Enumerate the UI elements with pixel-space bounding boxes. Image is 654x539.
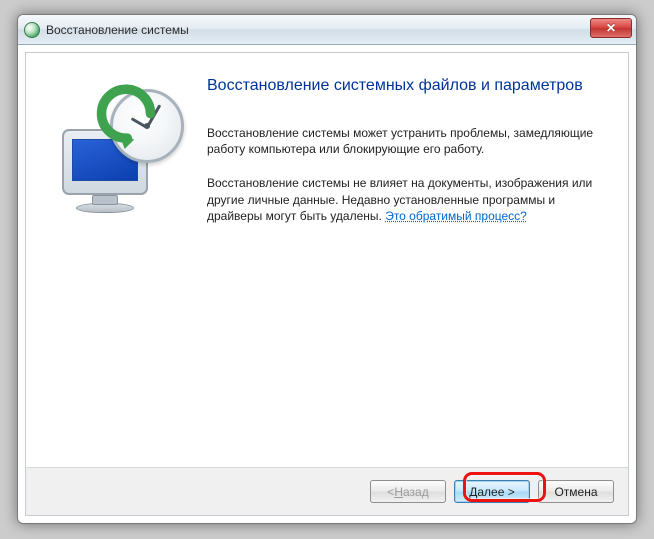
content-pane: Восстановление системных файлов и параме… [26, 53, 628, 467]
system-restore-illustration [40, 81, 185, 226]
paragraph-2: Восстановление системы не влияет на доку… [207, 175, 598, 224]
monitor-stand-icon [92, 195, 118, 205]
app-icon [24, 22, 40, 38]
window-title: Восстановление системы [46, 23, 189, 37]
cancel-button[interactable]: Отмена [538, 480, 614, 503]
titlebar[interactable]: Восстановление системы ✕ [18, 15, 636, 45]
reversible-process-link[interactable]: Это обратимый процесс? [385, 209, 527, 223]
main-content: Восстановление системных файлов и параме… [201, 53, 628, 467]
close-icon: ✕ [606, 21, 616, 35]
close-button[interactable]: ✕ [590, 18, 632, 38]
wizard-footer: < Назад Далее > Отмена [26, 467, 628, 515]
sidebar [26, 53, 201, 467]
back-button: < Назад [370, 480, 446, 503]
restore-arrow-icon [92, 81, 160, 149]
page-heading: Восстановление системных файлов и параме… [207, 77, 598, 95]
paragraph-1: Восстановление системы может устранить п… [207, 125, 598, 157]
next-button[interactable]: Далее > [454, 480, 530, 503]
client-area: Восстановление системных файлов и параме… [25, 52, 629, 516]
dialog-window: Восстановление системы ✕ [17, 14, 637, 524]
